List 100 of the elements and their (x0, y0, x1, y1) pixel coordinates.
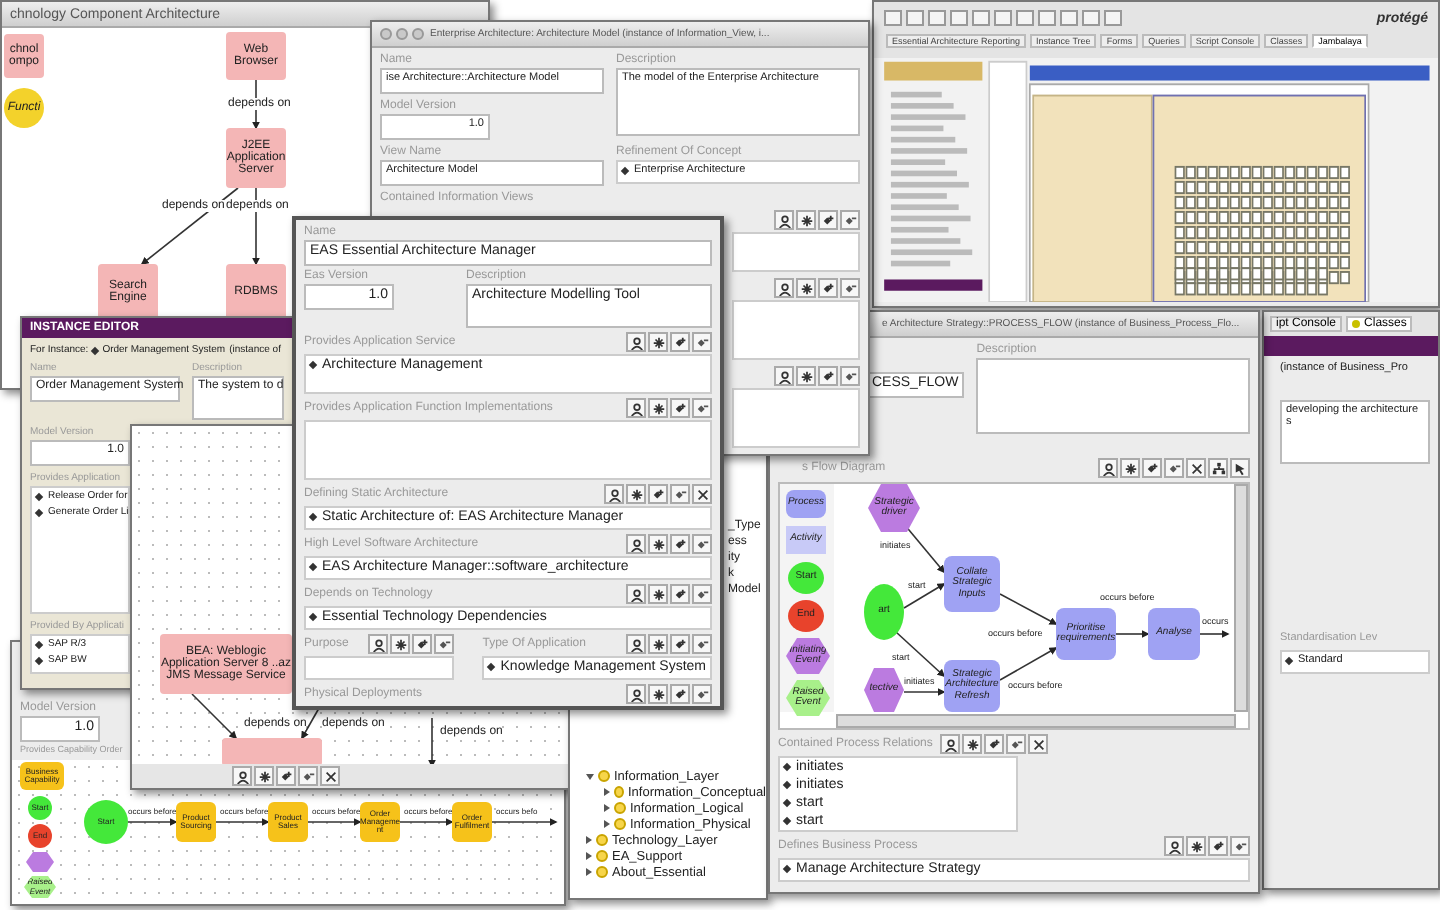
tool-button[interactable] (626, 634, 646, 654)
tool-button[interactable] (1164, 836, 1184, 856)
tool-button[interactable] (276, 766, 296, 786)
asterisk-icon (965, 737, 980, 751)
scrollbar[interactable] (1234, 484, 1248, 712)
tool-button[interactable] (670, 398, 690, 418)
diamond-plus-icon (821, 369, 835, 383)
scrollbar[interactable] (836, 714, 1236, 728)
tool-button[interactable] (796, 366, 816, 386)
tool-button[interactable] (648, 398, 668, 418)
diamond-plus-icon (651, 487, 665, 501)
person-icon (371, 637, 386, 651)
tool-button[interactable] (692, 332, 712, 352)
tool-button[interactable] (434, 634, 455, 654)
tool-button[interactable] (670, 332, 690, 352)
tool-button[interactable] (1186, 836, 1206, 856)
tool-button[interactable] (1230, 458, 1250, 478)
tool-button[interactable] (796, 278, 816, 298)
tool-button[interactable] (626, 398, 646, 418)
tool-button[interactable] (254, 766, 274, 786)
tool-button[interactable] (1142, 458, 1162, 478)
person-icon (235, 769, 249, 783)
tool-button[interactable] (692, 584, 712, 604)
diamond-plus-icon (673, 587, 687, 601)
tool-button[interactable] (818, 366, 838, 386)
tool-button[interactable] (670, 484, 690, 504)
diamond-minus-icon (843, 213, 857, 227)
diamond-minus-icon (695, 587, 709, 601)
tool-button[interactable] (692, 634, 712, 654)
tool-button[interactable] (648, 484, 668, 504)
tool-button[interactable] (298, 766, 318, 786)
tree-icon (1211, 461, 1225, 475)
tool-button[interactable] (670, 584, 690, 604)
tool-button[interactable] (796, 210, 816, 230)
description-field[interactable] (976, 358, 1250, 434)
tool-button[interactable] (940, 734, 961, 754)
tool-button[interactable] (692, 398, 712, 418)
tool-button[interactable] (1208, 836, 1228, 856)
connector-arrow (428, 717, 436, 764)
tool-button[interactable] (412, 634, 433, 654)
diamond-minus-icon (843, 369, 857, 383)
tool-button[interactable] (648, 584, 668, 604)
tool-button[interactable] (626, 584, 646, 604)
tool-button[interactable] (648, 534, 668, 554)
person-icon (629, 401, 643, 415)
tool-button[interactable] (692, 484, 712, 504)
tool-button[interactable] (774, 278, 794, 298)
tool-button[interactable] (1098, 458, 1118, 478)
tool-button[interactable] (692, 534, 712, 554)
connector-arrow (1199, 630, 1230, 638)
tool-button[interactable] (320, 766, 340, 786)
tool-button[interactable] (604, 484, 624, 504)
asterisk-icon (393, 637, 408, 651)
tool-button[interactable] (818, 278, 838, 298)
tool-button[interactable] (692, 684, 712, 704)
tool-button[interactable] (1186, 458, 1206, 478)
tool-button[interactable] (626, 332, 646, 352)
diamond-minus-icon (695, 401, 709, 415)
person-icon (1167, 839, 1181, 853)
tool-button[interactable] (1120, 458, 1140, 478)
tool-button[interactable] (1028, 734, 1049, 754)
tool-button[interactable] (962, 734, 983, 754)
person-icon (629, 587, 643, 601)
tool-button[interactable] (648, 332, 668, 352)
tool-button[interactable] (774, 366, 794, 386)
diamond-plus-icon (1211, 839, 1225, 853)
tool-button[interactable] (626, 484, 646, 504)
person-icon (1101, 461, 1115, 475)
tool-button[interactable] (840, 210, 860, 230)
connector-arrow (1115, 630, 1150, 638)
tool-button[interactable] (626, 534, 646, 554)
diamond-plus-icon (821, 281, 835, 295)
tool-button[interactable] (626, 684, 646, 704)
tool-button[interactable] (1230, 836, 1250, 856)
tool-button[interactable] (670, 534, 690, 554)
tool-button[interactable] (1164, 458, 1184, 478)
asterisk-icon (651, 587, 665, 601)
diamond-plus-icon (673, 537, 687, 551)
tool-button[interactable] (840, 366, 860, 386)
asterisk-icon (799, 213, 813, 227)
tool-button[interactable] (390, 634, 411, 654)
tool-button[interactable] (648, 634, 668, 654)
tool-button[interactable] (984, 734, 1005, 754)
tool-button[interactable] (232, 766, 252, 786)
tool-button[interactable] (774, 210, 794, 230)
tool-button[interactable] (670, 684, 690, 704)
tool-button[interactable] (648, 684, 668, 704)
connector-arrow (903, 688, 946, 696)
tool-button[interactable] (840, 278, 860, 298)
person-icon (629, 637, 643, 651)
tool-button[interactable] (818, 210, 838, 230)
asterisk-icon (651, 537, 665, 551)
tool-button[interactable] (368, 634, 389, 654)
connector-arrow (999, 647, 1058, 681)
asterisk-icon (799, 281, 813, 295)
tool-button[interactable] (1208, 458, 1228, 478)
diamond-plus-icon (279, 769, 293, 783)
tool-button[interactable] (1006, 734, 1027, 754)
tool-button[interactable] (670, 634, 690, 654)
close-icon (1031, 737, 1046, 751)
